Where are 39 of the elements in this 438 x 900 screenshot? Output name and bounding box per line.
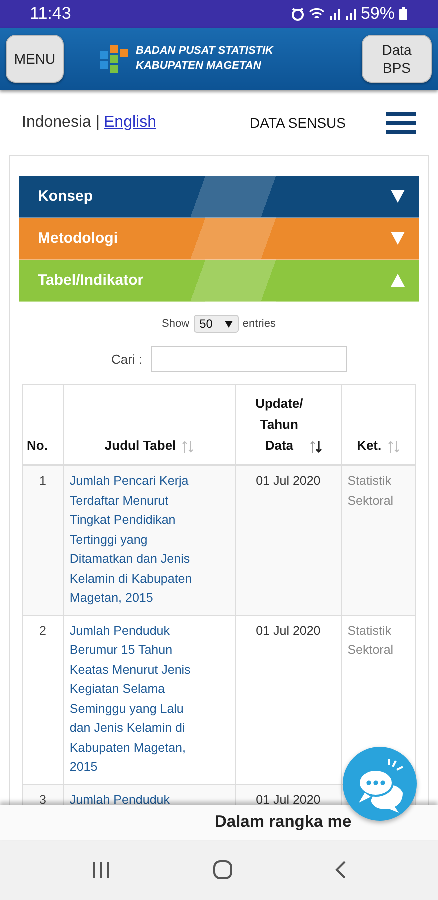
data-bps-button[interactable]: Data BPS (362, 35, 432, 83)
back-icon[interactable] (335, 860, 347, 880)
news-ticker-text: Dalam rangka me (215, 813, 352, 832)
sort-descending-icon (310, 440, 322, 454)
english-link[interactable]: English (104, 114, 156, 132)
accordion-header[interactable]: Konsep (19, 176, 419, 218)
sort-icon (182, 440, 194, 454)
battery-icon (399, 7, 408, 21)
table-title-link[interactable]: Jumlah Penduduk (63, 784, 236, 805)
recent-apps-icon[interactable] (91, 861, 111, 879)
table-title-link[interactable]: Jumlah Penduduk Berumur 15 Tahun Keatas Menurut Jenis Kegiatan Selama Seminggu yang Lalu dan Jenis Kelamin di Kabupaten Magetan, 2015 (63, 615, 236, 784)
section-title: DATA SENSUS (250, 114, 346, 130)
row-number: 3 (22, 784, 64, 805)
wifi-icon (308, 7, 325, 21)
row-number: 2 (22, 615, 64, 784)
signal-icon (344, 7, 357, 21)
home-icon[interactable] (213, 860, 233, 880)
update-date: 01 Jul 2020 (236, 615, 342, 784)
row-number: 1 (22, 465, 64, 615)
sort-icon (388, 440, 400, 454)
menu-icon[interactable] (386, 110, 416, 134)
note-cell: Statistik Sektoral (341, 465, 416, 615)
table-title-link[interactable]: Jumlah Pencari Kerja Terdaftar Menurut Tingkat Pendidikan Tertinggi yang Ditamatkan dan Jenis Kelamin di Kabupaten Magetan, 2015 (63, 465, 236, 615)
alarm-icon (290, 7, 305, 21)
update-date: 01 Jul 2020 (236, 784, 342, 805)
logo-text: KABUPATEN MAGETAN (136, 59, 262, 74)
clock-time: 11:43 (30, 4, 72, 24)
signal-icon (328, 7, 341, 21)
update-date: 01 Jul 2020 (236, 465, 342, 615)
logo-text: BADAN PUSAT STATISTIK (136, 44, 274, 59)
menu-button[interactable]: MENU (6, 35, 64, 83)
language-label: Indonesia | (22, 114, 100, 132)
battery-percentage: 59% (360, 4, 395, 24)
entries-label: entries (242, 318, 276, 330)
search-field[interactable] (150, 346, 347, 372)
page-size-select[interactable]: 50 (194, 315, 239, 333)
show-label: Show (162, 318, 190, 330)
search-label: Cari : (111, 352, 143, 366)
caret-icon (224, 320, 233, 328)
